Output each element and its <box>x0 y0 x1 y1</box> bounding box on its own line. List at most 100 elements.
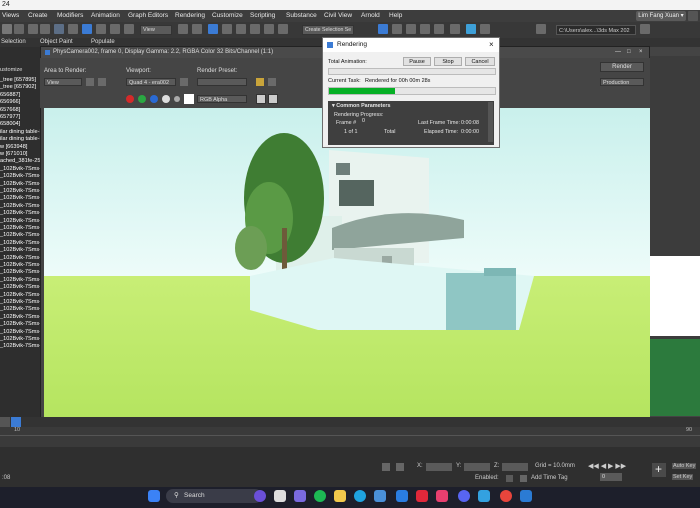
project-path-field[interactable]: C:\Users\alex...\3ds Max 202 <box>556 25 636 35</box>
taskbar-search-box[interactable]: ⚲ Search <box>166 489 262 503</box>
playback-controls-icon[interactable]: ◀◀ ◀ ▶ ▶▶ <box>588 462 626 470</box>
scene-object-item[interactable]: 658004] <box>0 121 44 129</box>
menu-customize[interactable]: Customize <box>212 10 243 22</box>
edit-named-selection-icon[interactable] <box>278 24 288 34</box>
render-setup-icon[interactable] <box>256 78 264 86</box>
app-icon[interactable] <box>436 490 448 502</box>
select-manipulate-icon[interactable] <box>192 24 202 34</box>
redo-icon[interactable] <box>14 24 24 34</box>
close-icon[interactable]: × <box>489 38 494 52</box>
scene-object-item[interactable]: 657668] <box>0 106 44 114</box>
scene-object-item[interactable]: ilar dining table-Ex <box>0 128 44 137</box>
menu-arnold[interactable]: Arnold <box>361 10 380 22</box>
scene-object-item[interactable]: _102Bvik-7Sms-10( <box>0 336 44 344</box>
z-coordinate-field[interactable] <box>502 463 528 471</box>
minimize-icon[interactable]: — <box>615 47 621 58</box>
set-key-button[interactable]: Set Key <box>672 474 694 480</box>
scene-object-item[interactable]: _102Bvik-7Sms-10( <box>0 262 44 270</box>
percent-snap-icon[interactable] <box>250 24 260 34</box>
blue-channel-icon[interactable] <box>150 95 158 103</box>
spotify-icon[interactable] <box>314 490 326 502</box>
scene-object-item[interactable]: _102Bvik-7Sms-10( <box>0 313 44 322</box>
production-dropdown[interactable]: Production <box>600 78 644 86</box>
zoom-icon[interactable] <box>396 490 408 502</box>
scene-object-item[interactable]: _102Bvik-7Sms-10( <box>0 291 44 299</box>
scene-object-item[interactable]: _102Bvik-7Sms-10( <box>0 306 44 314</box>
lock-viewport-icon[interactable] <box>180 78 188 86</box>
menu-rendering[interactable]: Rendering <box>175 10 205 22</box>
scene-object-item[interactable]: 656966] <box>0 99 44 107</box>
scene-object-item[interactable]: _102Bvik-7Sms-10( <box>0 180 44 188</box>
close-icon[interactable]: × <box>639 47 643 58</box>
render-button[interactable]: Render <box>600 62 644 72</box>
red-channel-icon[interactable] <box>126 95 134 103</box>
menu-views[interactable]: Views <box>2 10 19 22</box>
menu-graph-editors[interactable]: Graph Editors <box>128 10 168 22</box>
material-editor-icon[interactable] <box>420 24 430 34</box>
user-account-button[interactable]: Lim Fang Xuan ▾ <box>636 11 686 21</box>
scene-object-item[interactable]: 656887] <box>0 91 44 100</box>
scene-object-item[interactable]: _102Bvik-7Sms-10( <box>0 343 44 351</box>
menu-substance[interactable]: Substance <box>286 10 317 22</box>
rollout-scrollbar[interactable] <box>488 102 493 142</box>
scene-object-item[interactable]: _102Bvik-7Sms-10( <box>0 254 44 262</box>
pause-button[interactable]: Pause <box>403 57 431 66</box>
render-production-icon[interactable] <box>406 24 416 34</box>
task-view-icon[interactable] <box>274 490 286 502</box>
display-channel-dropdown[interactable]: RGB Alpha <box>197 95 247 103</box>
angle-snap-icon[interactable] <box>236 24 246 34</box>
enabled-checkbox[interactable] <box>506 475 513 482</box>
wps-office-icon[interactable] <box>416 490 428 502</box>
keyboard-shortcut-icon[interactable] <box>208 24 218 34</box>
select-move-icon[interactable] <box>82 24 92 34</box>
scene-object-item[interactable]: w [671010] <box>0 151 44 159</box>
schematic-view-icon[interactable] <box>434 24 444 34</box>
scene-object-item[interactable]: _102Bvik-7Sms-10( <box>0 247 44 255</box>
scene-object-item[interactable]: 657977] <box>0 114 44 122</box>
workspace-icon[interactable] <box>536 24 546 34</box>
ribbon-tab-selection[interactable]: Selection <box>1 39 26 45</box>
chrome-icon[interactable] <box>500 490 512 502</box>
scene-object-item[interactable]: _102Bvik-7Sms-10( <box>0 299 44 307</box>
menu-help[interactable]: Help <box>389 10 402 22</box>
scene-object-item[interactable]: ilar dining table-Ex <box>0 136 44 144</box>
toggle-ui-icon[interactable] <box>268 94 278 104</box>
scene-object-item[interactable]: _tree [657895] <box>0 77 44 85</box>
menu-create[interactable]: Create <box>28 10 48 22</box>
start-icon[interactable] <box>148 490 160 502</box>
file-explorer-icon[interactable] <box>334 490 346 502</box>
edge-icon[interactable] <box>354 490 366 502</box>
scene-object-item[interactable]: _102Bvik-7Sms-10( <box>0 217 44 225</box>
rendered-frame-window-icon[interactable] <box>392 24 402 34</box>
x-coordinate-field[interactable] <box>426 463 452 471</box>
scene-object-item[interactable]: _102Bvik-7Sms-10( <box>0 225 44 233</box>
copilot-icon[interactable] <box>254 490 266 502</box>
monochrome-icon[interactable] <box>174 96 180 102</box>
menu-scripting[interactable]: Scripting <box>250 10 275 22</box>
scene-object-item[interactable]: _102Bvik-7Sms-10( <box>0 195 44 203</box>
open-a360-gallery-icon[interactable] <box>480 24 490 34</box>
placement-icon[interactable] <box>124 24 134 34</box>
scene-object-item[interactable]: _102Bvik-7Sms-10( <box>0 321 44 329</box>
word-icon[interactable] <box>520 490 532 502</box>
time-slider[interactable]: 10 90 <box>0 427 700 447</box>
alpha-channel-icon[interactable] <box>162 95 170 103</box>
render-in-cloud-icon[interactable] <box>466 24 476 34</box>
plus-icon[interactable]: + <box>652 462 666 477</box>
scene-explorer-icon[interactable] <box>11 417 21 427</box>
ribbon-tab-object-paint[interactable]: Object Paint <box>40 39 73 45</box>
scene-object-item[interactable]: ached_381fe-258e6 <box>0 158 44 166</box>
select-filter-icon[interactable] <box>68 24 78 34</box>
scene-object-item[interactable]: _102Bvik-7Sms-10( <box>0 210 44 218</box>
scene-object-item[interactable]: w [663948] <box>0 143 44 151</box>
environment-effects-icon[interactable] <box>268 78 276 86</box>
scene-object-item[interactable]: _102Bvik-7Sms-10( <box>0 202 44 211</box>
isolate-selection-icon[interactable] <box>382 463 390 471</box>
scene-object-item[interactable]: _102Bvik-7Sms-10( <box>0 276 44 285</box>
viewport-dropdown[interactable]: Quad 4 - era002 <box>126 78 176 86</box>
auto-key-button[interactable]: Auto Key <box>672 463 697 469</box>
y-coordinate-field[interactable] <box>464 463 490 471</box>
microsoft-store-icon[interactable] <box>374 490 386 502</box>
maximize-icon[interactable]: □ <box>627 47 631 58</box>
spinner-snap-icon[interactable] <box>264 24 274 34</box>
